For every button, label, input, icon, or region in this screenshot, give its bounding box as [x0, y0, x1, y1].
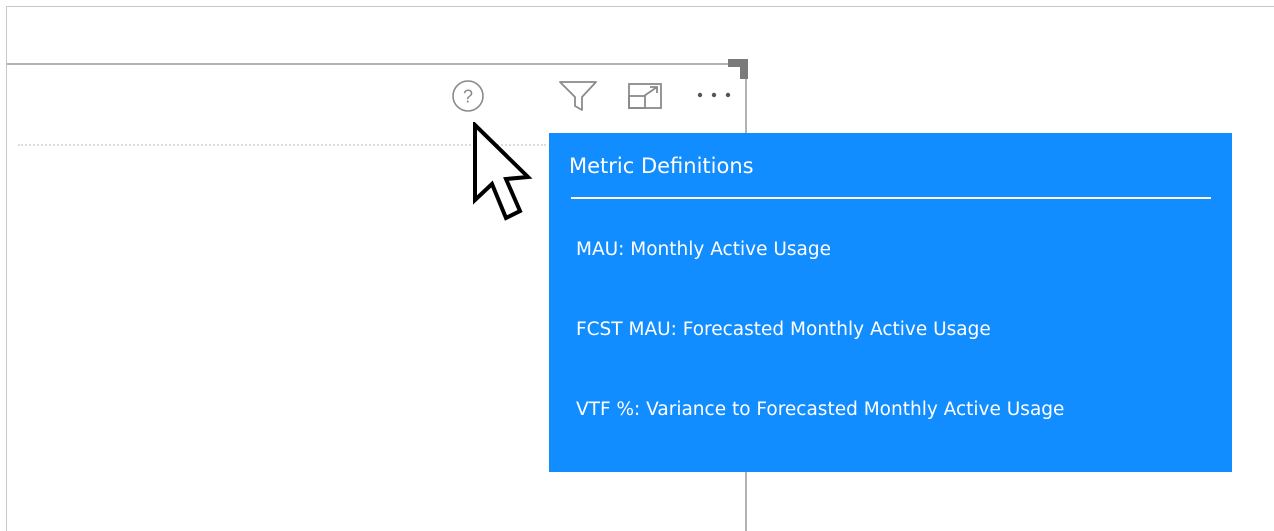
- dotted-divider: [18, 144, 546, 146]
- visual-top-border: [7, 63, 746, 65]
- resize-handle-vertical: [740, 59, 748, 79]
- focus-mode-icon[interactable]: [627, 80, 663, 112]
- filter-icon[interactable]: [559, 80, 597, 112]
- tooltip-definition-item: MAU: Monthly Active Usage: [576, 239, 831, 260]
- more-options-icon[interactable]: [694, 82, 734, 108]
- tooltip-definition-item: VTF %: Variance to Forecasted Monthly Ac…: [576, 399, 1065, 420]
- tooltip-definition-item: FCST MAU: Forecasted Monthly Active Usag…: [576, 319, 991, 340]
- resize-handle[interactable]: [728, 59, 748, 79]
- help-icon[interactable]: ?: [451, 79, 485, 113]
- tooltip-divider: [571, 197, 1211, 199]
- metric-definitions-tooltip: Metric Definitions MAU: Monthly Active U…: [549, 133, 1232, 472]
- svg-text:?: ?: [463, 87, 473, 107]
- tooltip-title: Metric Definitions: [569, 154, 754, 178]
